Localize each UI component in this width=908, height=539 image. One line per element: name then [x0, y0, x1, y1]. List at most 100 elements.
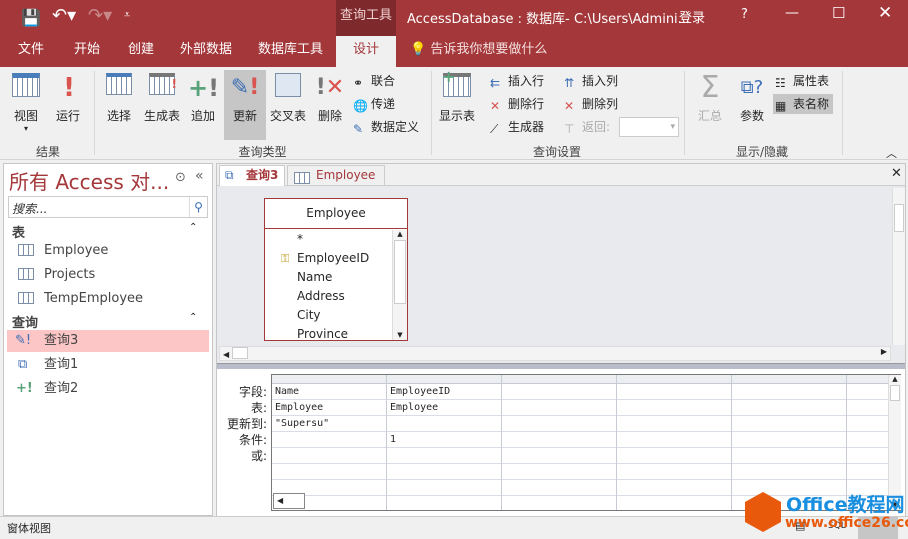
- grid-cell[interactable]: [617, 480, 731, 496]
- parameters-button[interactable]: ⧉? 参数: [734, 73, 770, 124]
- nav-search-box[interactable]: 搜索... ⚲: [8, 196, 208, 218]
- nav-item-query3[interactable]: ✎! 查询3: [7, 330, 209, 352]
- column-selector[interactable]: [272, 375, 386, 384]
- undo-icon[interactable]: ↶▾: [52, 5, 76, 26]
- grid-column[interactable]: EmployeeID Employee 1: [387, 375, 502, 510]
- grid-cell[interactable]: Name: [272, 384, 386, 400]
- save-icon[interactable]: 💾: [21, 8, 41, 27]
- grid-cell[interactable]: [387, 416, 501, 432]
- grid-cell[interactable]: [502, 416, 616, 432]
- grid-cell[interactable]: [272, 464, 386, 480]
- grid-cell[interactable]: EmployeeID: [387, 384, 501, 400]
- nav-item-employee[interactable]: Employee: [4, 240, 210, 262]
- section-collapse-icon[interactable]: ⌃: [189, 312, 197, 323]
- column-selector[interactable]: [502, 375, 616, 384]
- grid-cell[interactable]: "Supersu": [272, 416, 386, 432]
- view-button[interactable]: 视图 ▾: [8, 73, 44, 133]
- builder-button[interactable]: ⟋ 生成器: [490, 117, 544, 137]
- grid-column[interactable]: Name Employee "Supersu": [272, 375, 387, 510]
- data-definition-button[interactable]: ✎ 数据定义: [353, 117, 419, 137]
- nav-title[interactable]: 所有 Access 对...: [9, 166, 169, 195]
- grid-cell[interactable]: [617, 384, 731, 400]
- grid-cell[interactable]: [502, 432, 616, 448]
- table-pane-vscrollbar[interactable]: [892, 188, 905, 345]
- append-button[interactable]: +! 追加: [188, 73, 219, 124]
- show-table-button[interactable]: + 显示表: [437, 67, 477, 124]
- grid-column[interactable]: [617, 375, 732, 510]
- tab-design[interactable]: 设计: [336, 36, 396, 67]
- grid-column[interactable]: [502, 375, 617, 510]
- tell-me-box[interactable]: 💡 告诉我你想要做什么: [410, 36, 547, 67]
- column-selector[interactable]: [617, 375, 731, 384]
- nav-menu-dropdown-icon[interactable]: ⊙: [175, 170, 186, 185]
- redo-icon[interactable]: ↷▾: [88, 5, 112, 26]
- field-item[interactable]: *: [297, 230, 369, 249]
- tab-home[interactable]: 开始: [74, 36, 100, 67]
- grid-cell[interactable]: [387, 480, 501, 496]
- help-button[interactable]: ?: [741, 7, 748, 22]
- grid-cell[interactable]: [732, 384, 846, 400]
- run-button[interactable]: ! 运行: [54, 73, 82, 124]
- grid-cell[interactable]: Employee: [272, 400, 386, 416]
- property-sheet-button[interactable]: ☷ 属性表: [775, 71, 829, 91]
- update-button[interactable]: ✎! 更新: [224, 70, 266, 140]
- insert-rows-button[interactable]: ⇇ 插入行: [490, 71, 544, 91]
- field-list-scrollbar[interactable]: ▲ ▼: [392, 230, 407, 340]
- grid-cell[interactable]: [502, 400, 616, 416]
- grid-cell[interactable]: [617, 432, 731, 448]
- tab-external-data[interactable]: 外部数据: [180, 36, 232, 67]
- tab-database-tools[interactable]: 数据库工具: [258, 36, 323, 67]
- grid-hscrollbar[interactable]: ◀: [273, 493, 305, 509]
- grid-cell[interactable]: [732, 400, 846, 416]
- column-selector[interactable]: [732, 375, 846, 384]
- doc-tab-employee[interactable]: Employee: [287, 165, 385, 185]
- table-names-button[interactable]: ▦ 表名称: [773, 94, 834, 114]
- delete-columns-button[interactable]: ✕ 删除列: [564, 94, 618, 114]
- nav-item-query1[interactable]: ⧉ 查询1: [4, 354, 210, 376]
- collapse-nav-icon[interactable]: «: [195, 168, 204, 184]
- grid-cell[interactable]: [617, 448, 731, 464]
- collapse-ribbon-icon[interactable]: ︿: [886, 145, 897, 161]
- field-item[interactable]: ⚿ EmployeeID: [281, 249, 369, 268]
- grid-cell[interactable]: [732, 448, 846, 464]
- grid-cell[interactable]: [502, 448, 616, 464]
- login-link[interactable]: 登录: [679, 7, 705, 26]
- doc-tab-query3[interactable]: ⧉ 查询3: [219, 165, 285, 186]
- grid-cell[interactable]: [732, 432, 846, 448]
- tab-file[interactable]: 文件: [18, 36, 44, 67]
- nav-item-query2[interactable]: +! 查询2: [4, 378, 210, 400]
- grid-cell[interactable]: [617, 464, 731, 480]
- grid-cell[interactable]: [387, 464, 501, 480]
- grid-cell[interactable]: [272, 432, 386, 448]
- grid-cell[interactable]: [732, 416, 846, 432]
- grid-cell[interactable]: 1: [387, 432, 501, 448]
- return-dropdown[interactable]: ▾: [619, 117, 679, 137]
- pass-through-button[interactable]: 🌐 传递: [353, 94, 395, 114]
- column-selector[interactable]: [387, 375, 501, 384]
- field-item[interactable]: Province: [297, 325, 369, 344]
- grid-cell[interactable]: [502, 464, 616, 480]
- union-button[interactable]: ⚭ 联合: [353, 71, 395, 91]
- customize-toolbar-icon[interactable]: ⩡: [124, 8, 130, 22]
- crosstab-button[interactable]: 交叉表: [268, 73, 308, 124]
- grid-cell[interactable]: [617, 416, 731, 432]
- nav-section-tables[interactable]: 表: [12, 222, 25, 241]
- grid-cell[interactable]: [272, 448, 386, 464]
- section-collapse-icon[interactable]: ⌃: [189, 222, 197, 233]
- search-icon[interactable]: ⚲: [189, 197, 207, 217]
- delete-rows-button[interactable]: ✕ 删除行: [490, 94, 544, 114]
- make-table-button[interactable]: ! 生成表: [142, 73, 182, 124]
- close-document-button[interactable]: ✕: [891, 166, 902, 181]
- delete-query-button[interactable]: !✕ 删除: [314, 73, 346, 124]
- field-item[interactable]: Address: [297, 287, 369, 306]
- select-query-button[interactable]: 选择: [102, 73, 136, 124]
- nav-item-projects[interactable]: Projects: [4, 264, 210, 286]
- minimize-button[interactable]: —: [785, 5, 799, 21]
- grid-cell[interactable]: Employee: [387, 400, 501, 416]
- totals-button[interactable]: Σ 汇总: [692, 73, 728, 124]
- insert-columns-button[interactable]: ⇈ 插入列: [564, 71, 618, 91]
- field-item[interactable]: Name: [297, 268, 369, 287]
- nav-section-queries[interactable]: 查询: [12, 312, 38, 331]
- grid-cell[interactable]: [617, 400, 731, 416]
- nav-item-tempemployee[interactable]: TempEmployee: [4, 288, 210, 310]
